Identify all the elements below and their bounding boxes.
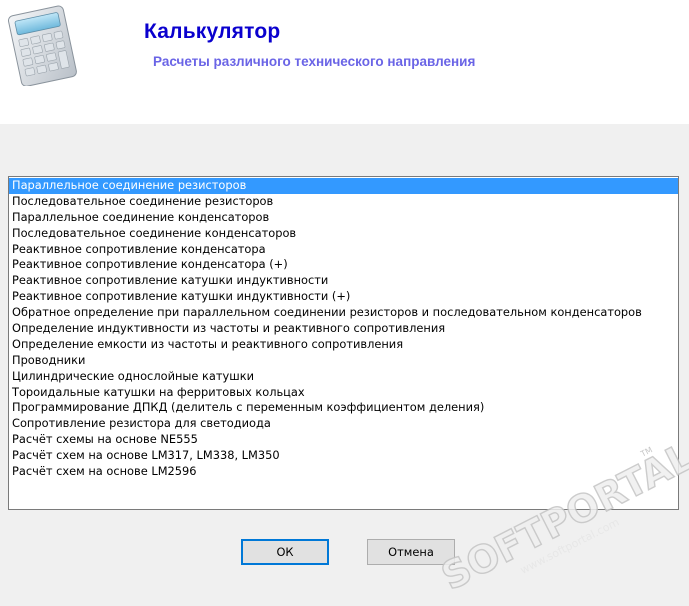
list-item[interactable]: Расчёт схемы на основе NE555 [9, 432, 678, 448]
list-item[interactable]: Программирование ДПКД (делитель с переме… [9, 400, 678, 416]
list-item[interactable]: Проводники [9, 353, 678, 369]
list-item[interactable]: Расчёт схем на основе LM317, LM338, LM35… [9, 448, 678, 464]
list-item[interactable]: Реактивное сопротивление катушки индукти… [9, 273, 678, 289]
app-title: Калькулятор [144, 20, 281, 43]
ok-button[interactable]: ОК [241, 539, 329, 565]
list-item[interactable]: Параллельное соединение конденсаторов [9, 210, 678, 226]
watermark-url: www.softportal.com [518, 516, 621, 577]
list-item[interactable]: Тороидальные катушки на ферритовых кольц… [9, 385, 678, 401]
list-item[interactable]: Реактивное сопротивление катушки индукти… [9, 289, 678, 305]
cancel-button[interactable]: Отмена [367, 539, 455, 565]
list-item[interactable]: Определение емкости из частоты и реактив… [9, 337, 678, 353]
calculation-list[interactable]: Параллельное соединение резисторов Послед… [9, 177, 678, 480]
list-item[interactable]: Последовательное соединение резисторов [9, 194, 678, 210]
list-item[interactable]: Последовательное соединение конденсаторо… [9, 226, 678, 242]
app-subtitle: Расчеты различного технического направле… [153, 54, 476, 69]
dialog-header: Калькулятор Расчеты различного техническ… [0, 0, 689, 124]
list-item[interactable]: Цилиндрические однослойные катушки [9, 369, 678, 385]
list-item[interactable]: Реактивное сопротивление конденсатора (+… [9, 257, 678, 273]
list-item[interactable]: Расчёт схем на основе LM2596 [9, 464, 678, 480]
list-item[interactable]: Параллельное соединение резисторов [9, 178, 678, 194]
list-item[interactable]: Реактивное сопротивление конденсатора [9, 242, 678, 258]
list-item[interactable]: Сопротивление резистора для светодиода [9, 416, 678, 432]
list-item[interactable]: Обратное определение при параллельном со… [9, 305, 678, 321]
calculation-listbox[interactable]: Параллельное соединение резисторов Послед… [8, 176, 679, 510]
calculator-icon [7, 5, 77, 86]
list-item[interactable]: Определение индуктивности из частоты и р… [9, 321, 678, 337]
